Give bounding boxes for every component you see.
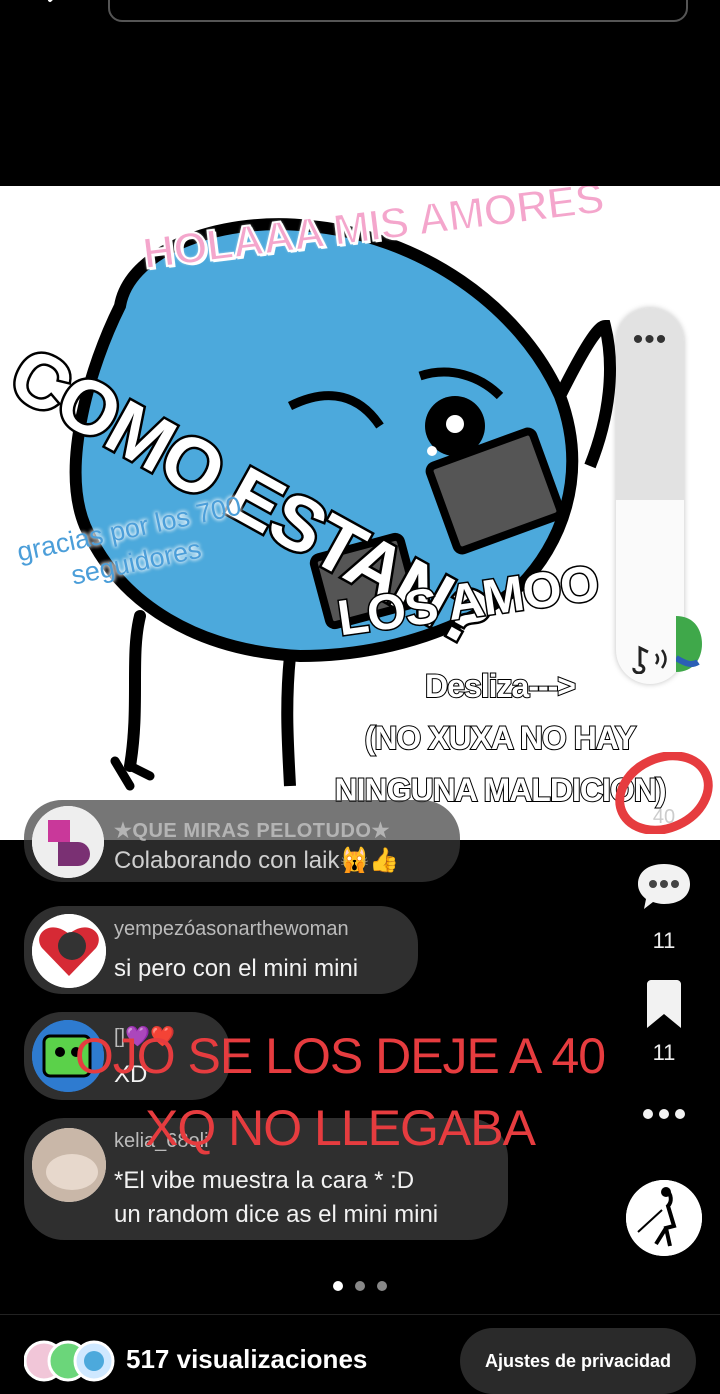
comment-count: 11 (652, 928, 676, 953)
comment-bubble-icon[interactable] (636, 860, 692, 912)
sound-disc[interactable] (626, 1180, 702, 1256)
carousel-dot-active (333, 1281, 343, 1291)
volume-icon (632, 645, 667, 674)
carousel-dot (377, 1281, 387, 1291)
carousel-dots (333, 1281, 387, 1291)
red-annotation-text: OJO SE LOS DEJE A 40 XQ NO LLEGABA (74, 1028, 606, 1156)
comment-username: yempezóasonarthewoman (114, 918, 349, 940)
creator-avatar-icon[interactable] (676, 612, 702, 676)
view-count: 517 visualizaciones (126, 1344, 368, 1374)
bookmark-count: 11 (652, 1040, 676, 1065)
viewer-avatars[interactable] (24, 1338, 116, 1384)
post-image[interactable]: HOLAAA MIS AMORES COMO ESTAN? gracias po… (0, 186, 720, 840)
comment-text: si pero con el mini mini (114, 955, 359, 982)
carousel-dot (355, 1281, 365, 1291)
comment-item[interactable]: yempezóasonarthewoman si pero con el min… (24, 906, 418, 994)
back-arrow-icon[interactable] (40, 0, 74, 20)
comment-username: ★QUE MIRAS PELOTUDO★ (114, 820, 390, 842)
volume-slider[interactable]: ••• (616, 308, 684, 684)
volume-more-icon[interactable]: ••• (616, 325, 684, 355)
commenter-avatar (32, 914, 106, 988)
privacy-settings-button[interactable]: Ajustes de privacidad (460, 1328, 696, 1394)
more-options-icon[interactable] (640, 1102, 688, 1126)
bookmark-icon[interactable] (644, 980, 684, 1030)
comment-text: Colaborando con laik🙀👍 (114, 847, 400, 874)
red-circle-annotation (615, 752, 713, 834)
sound-disc-icon (626, 1180, 702, 1256)
comment-item[interactable]: ★QUE MIRAS PELOTUDO★ Colaborando con lai… (24, 800, 460, 882)
divider (0, 1314, 720, 1315)
search-input[interactable] (108, 0, 688, 22)
comment-text: *El vibe muestra la cara * :D un random … (114, 1167, 439, 1228)
commenter-avatar (32, 806, 104, 878)
